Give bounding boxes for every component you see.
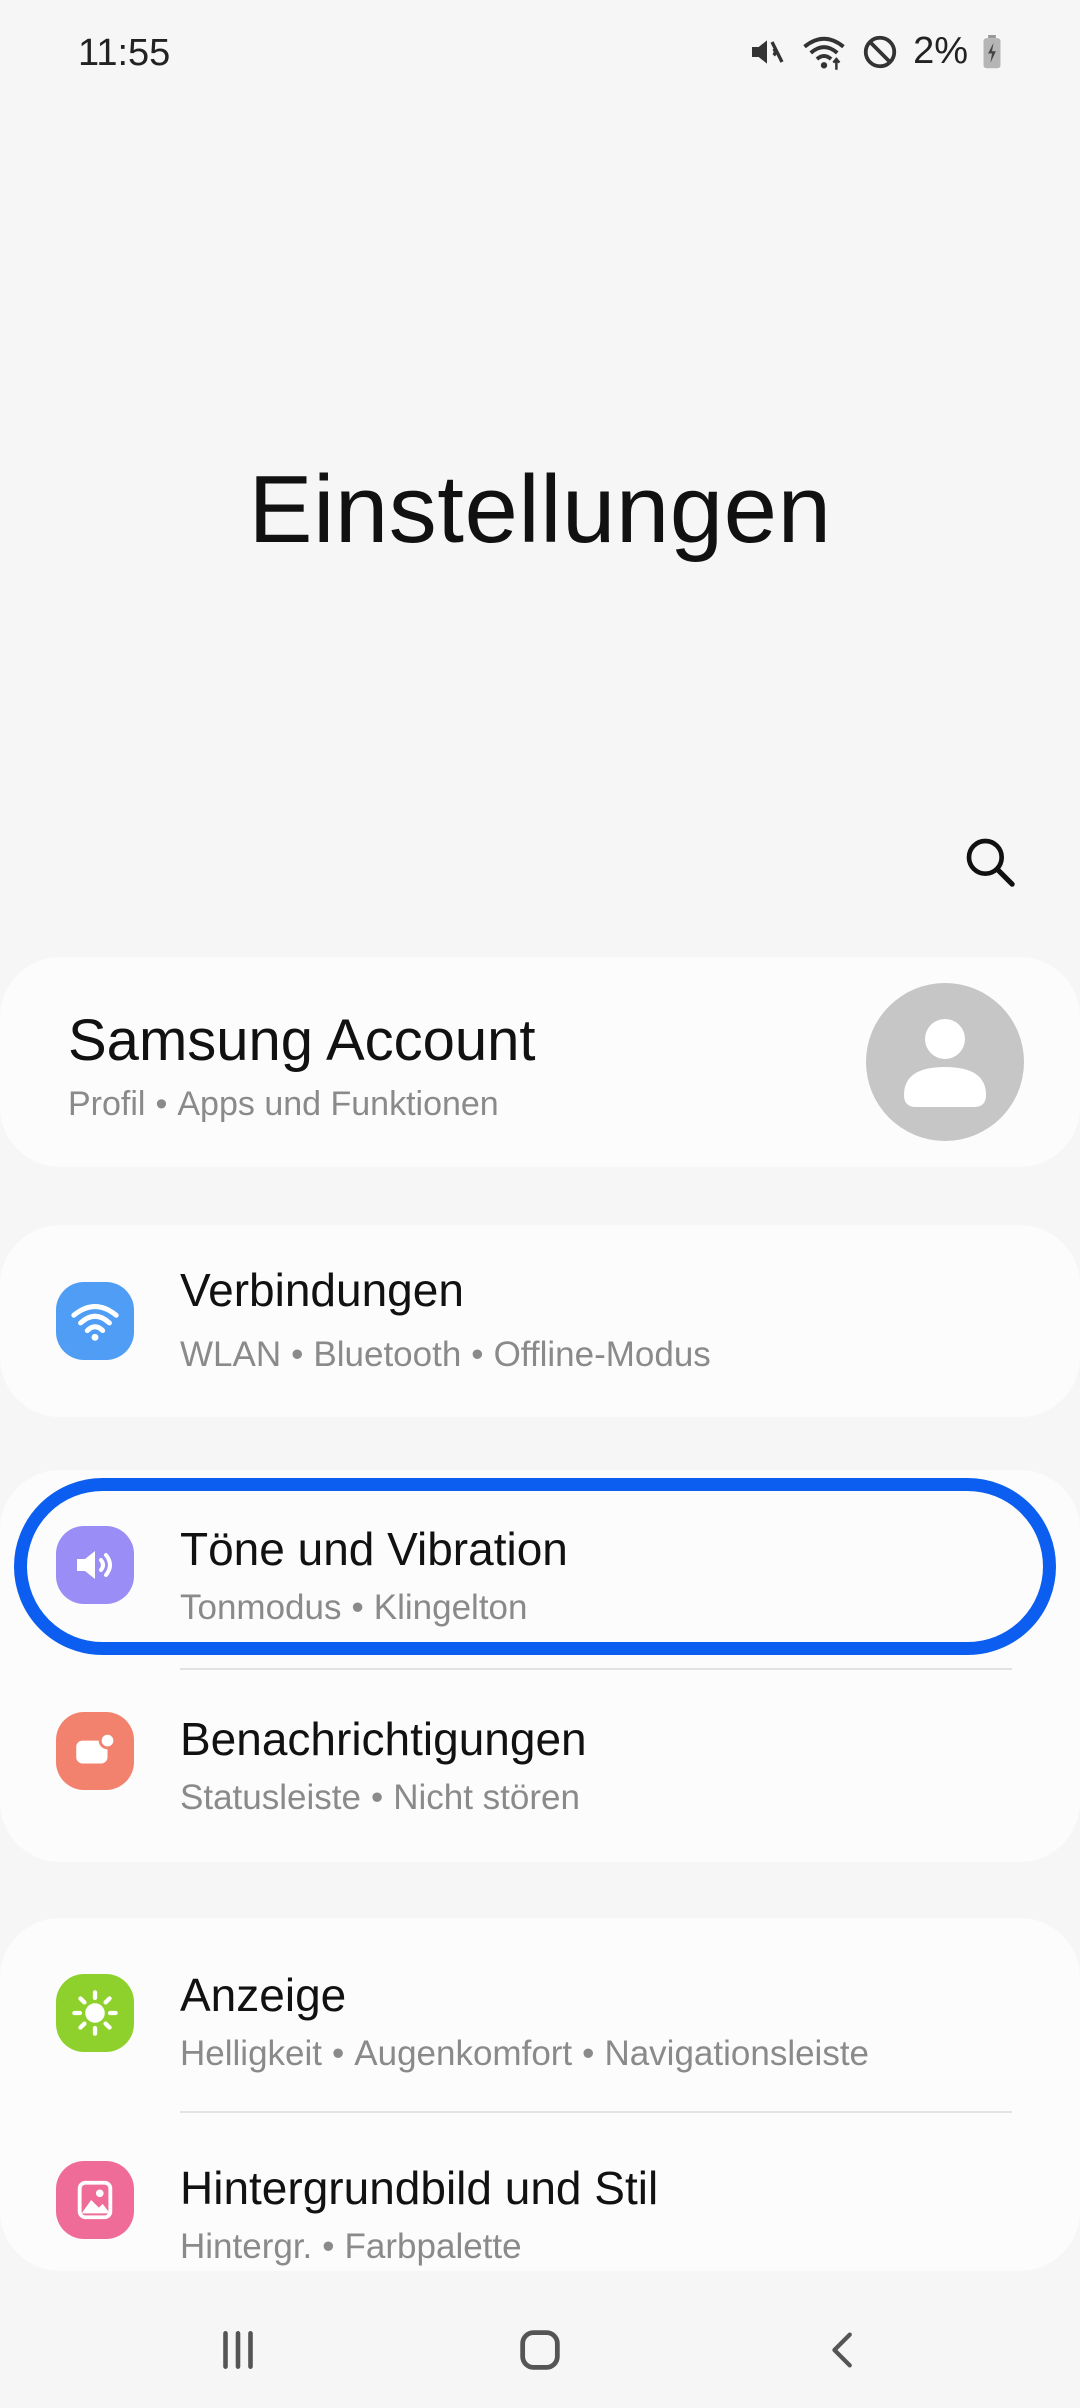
settings-item-anzeige[interactable]: Anzeige Helligkeit • Augenkomfort • Navigati… — [0, 1918, 1080, 2110]
home-button[interactable] — [500, 2310, 580, 2390]
item-title: Töne und Vibration — [180, 1523, 568, 1575]
wifi-icon — [801, 32, 847, 72]
item-subtitle: Tonmodus • Klingelton — [180, 1588, 528, 1627]
item-title: Hintergrundbild und Stil — [180, 2162, 659, 2214]
sun-icon — [56, 1974, 134, 2052]
navigation-bar — [0, 2290, 1080, 2408]
mute-icon — [747, 32, 787, 72]
item-subtitle: WLAN • Bluetooth • Offline-Modus — [180, 1335, 711, 1374]
dnd-icon — [861, 33, 899, 71]
search-icon — [962, 834, 1018, 895]
samsung-account-card[interactable]: Samsung Account Profil • Apps und Funktion… — [0, 957, 1080, 1167]
account-title: Samsung Account — [68, 1008, 536, 1073]
person-icon — [904, 1019, 986, 1107]
search-button[interactable] — [958, 832, 1022, 896]
settings-screen: 11:55 2% Einstellungen Samsung Account P… — [0, 0, 1080, 2408]
home-icon — [520, 2330, 560, 2370]
back-icon — [832, 2332, 852, 2368]
speaker-icon — [56, 1526, 134, 1604]
battery-charging-icon — [982, 34, 1002, 69]
settings-item-verbindungen[interactable]: Verbindungen WLAN • Bluetooth • Offline-Modu… — [0, 1225, 1080, 1417]
battery-percent: 2% — [913, 30, 968, 72]
item-title: Benachrichtigungen — [180, 1713, 587, 1765]
settings-item-benachrichtigungen[interactable]: Benachrichtigungen Statusleiste • Nicht st… — [0, 1670, 1080, 1862]
notification-icon — [56, 1712, 134, 1790]
recents-icon — [223, 2331, 253, 2369]
wallpaper-icon — [56, 2161, 134, 2239]
status-icons: 2% — [747, 30, 1002, 73]
status-bar: 11:55 2% — [0, 0, 1080, 110]
page-title: Einstellungen — [248, 456, 832, 563]
wifi-icon — [56, 1282, 134, 1360]
account-subtitle: Profil • Apps und Funktionen — [68, 1085, 499, 1123]
item-subtitle: Helligkeit • Augenkomfort • Navigationsleist… — [180, 2034, 870, 2073]
item-subtitle: Hintergr. • Farbpalette — [180, 2227, 522, 2266]
item-subtitle: Statusleiste • Nicht stören — [180, 1778, 580, 1817]
status-time: 11:55 — [78, 32, 171, 74]
display-card: Anzeige Helligkeit • Augenkomfort • Navigati… — [0, 1918, 1080, 2271]
settings-item-hintergrundbild-und-stil[interactable]: Hintergrundbild und Stil Hintergr. • Farbp… — [0, 2111, 1080, 2271]
avatar[interactable] — [866, 983, 1024, 1141]
back-button[interactable] — [804, 2310, 884, 2390]
item-title: Anzeige — [180, 1969, 347, 2021]
settings-item-toene-und-vibration[interactable]: Töne und Vibration Tonmodus • Klingelton — [0, 1470, 1080, 1662]
recents-button[interactable] — [198, 2310, 278, 2390]
connections-card: Verbindungen WLAN • Bluetooth • Offline-Modu… — [0, 1225, 1080, 1417]
sound-notifications-card: Töne und Vibration Tonmodus • Klingelton B… — [0, 1470, 1080, 1862]
item-title: Verbindungen — [180, 1264, 464, 1316]
